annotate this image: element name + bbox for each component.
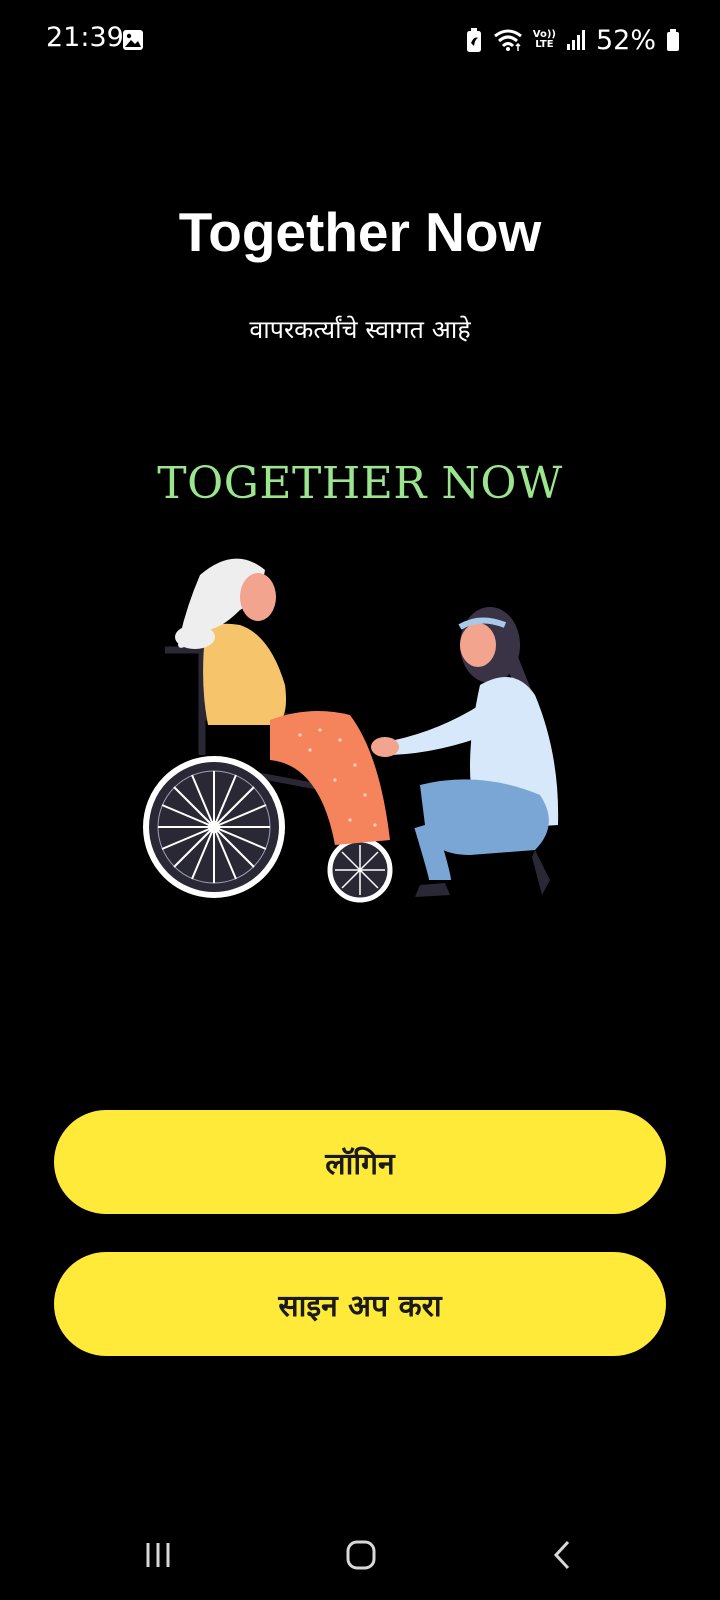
volte-bottom-label: LTE (535, 39, 554, 50)
home-button[interactable] (331, 1530, 391, 1580)
volte-icon: Vo)) LTE (533, 30, 556, 50)
gallery-icon (123, 30, 143, 50)
navigation-bar (0, 1510, 720, 1600)
back-icon (553, 1540, 570, 1570)
caregiver-wheelchair-illustration (143, 558, 559, 903)
app-title: Together Now (178, 201, 542, 263)
login-button[interactable]: लॉगिन (54, 1110, 666, 1214)
status-bar: 21:39 Vo)) LTE 52% (0, 0, 720, 82)
signup-button[interactable]: साइन अप करा (54, 1252, 666, 1356)
recent-apps-button[interactable] (128, 1530, 188, 1580)
wifi-icon (493, 29, 522, 51)
battery-percent: 52% (595, 24, 656, 56)
status-icons: Vo)) LTE 52% (465, 22, 680, 58)
status-time: 21:39 (46, 22, 124, 53)
logo-text: TOGETHER NOW (157, 458, 563, 509)
battery-icon (667, 29, 679, 51)
signal-icon (566, 30, 585, 50)
home-icon (346, 1540, 376, 1570)
back-button[interactable] (533, 1530, 593, 1580)
recent-apps-icon (146, 1543, 170, 1567)
battery-saver-icon (466, 28, 481, 52)
welcome-text: वापरकर्त्यांचे स्वागत आहे (249, 315, 471, 344)
